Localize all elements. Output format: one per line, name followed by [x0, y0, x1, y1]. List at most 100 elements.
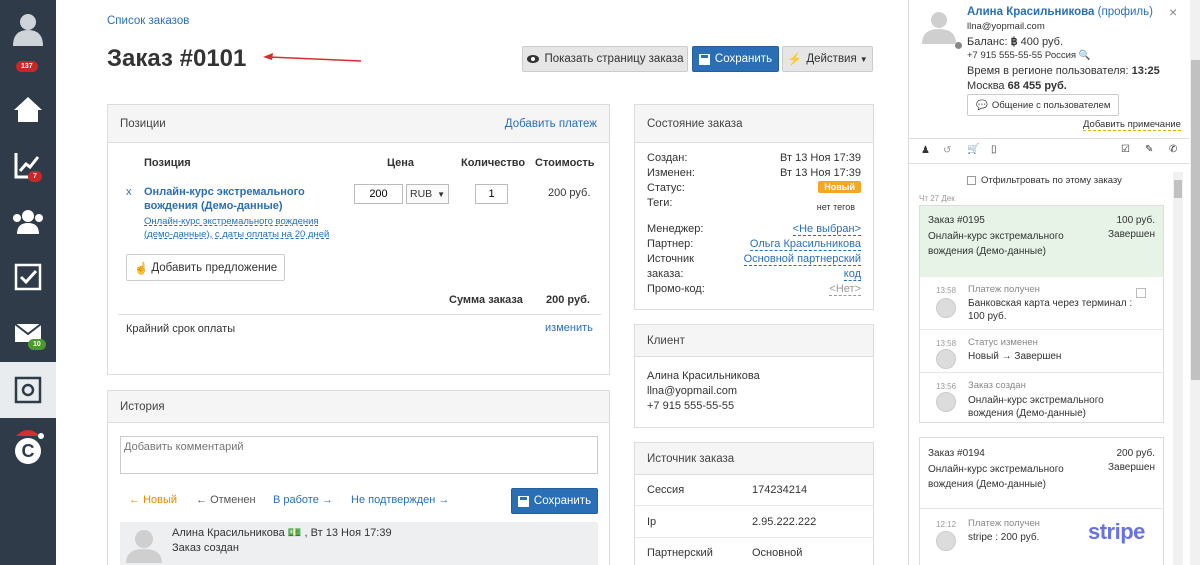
- feed-event-text: Онлайн-курс экстремального вождения (Дем…: [968, 395, 1104, 419]
- cart-tab-icon[interactable]: 🛒: [967, 144, 979, 155]
- filter-by-order[interactable]: Отфильтровать по этому заказу: [967, 175, 1122, 186]
- feed-scrollbar-thumb[interactable]: [1174, 180, 1182, 198]
- history-save-button[interactable]: Сохранить: [511, 488, 598, 514]
- user-avatar-icon: [936, 298, 956, 318]
- user-tab-icon[interactable]: ♟: [921, 145, 930, 156]
- show-order-page-label: Показать страницу заказа: [544, 53, 684, 65]
- task-tab-icon[interactable]: ☑: [1121, 144, 1130, 155]
- save-button[interactable]: Сохранить: [692, 46, 779, 72]
- region-time-value: 13:25: [1131, 65, 1160, 77]
- feed-event-time: 13:58: [936, 286, 957, 295]
- session-link[interactable]: 174234214: [752, 484, 807, 496]
- avatar-nav[interactable]: [0, 0, 56, 56]
- remove-item-link[interactable]: x: [126, 186, 132, 198]
- col-cost: Стоимость: [535, 157, 595, 169]
- col-position: Позиция: [144, 157, 191, 169]
- partner-label: Партнер:: [647, 238, 694, 250]
- quantity-input[interactable]: [475, 184, 508, 204]
- messages-nav[interactable]: [0, 305, 56, 361]
- mobile-tab-icon[interactable]: ▯: [991, 144, 997, 155]
- filter-label: Отфильтровать по этому заказу: [981, 175, 1122, 186]
- order-state-header: Состояние заказа: [635, 105, 873, 143]
- user-name-link[interactable]: Алина Красильникова: [967, 6, 1094, 18]
- status-in-progress-link[interactable]: В работе →: [273, 494, 333, 506]
- user-avatar-icon: [126, 530, 162, 563]
- source-link[interactable]: Основной партнерский: [743, 253, 861, 266]
- comment-textarea[interactable]: [120, 436, 598, 474]
- feed-scrollbar[interactable]: [1173, 172, 1183, 565]
- caret-down-icon: ▼: [859, 54, 868, 64]
- price-input[interactable]: [354, 184, 403, 204]
- ip-value: 2.95.222.222: [752, 516, 817, 528]
- history-tab-icon[interactable]: ↺: [943, 145, 951, 156]
- tasks-nav[interactable]: [0, 249, 56, 305]
- currency-select[interactable]: RUB ▼: [406, 184, 449, 204]
- order-source-title: Источник заказа: [647, 452, 735, 465]
- history-entry: Алина Красильникова 💵 , Вт 13 Ноя 17:39 …: [120, 522, 598, 565]
- history-entry-time: , Вт 13 Ноя 17:39: [304, 527, 392, 539]
- history-entry-meta: Алина Красильникова 💵 , Вт 13 Ноя 17:39: [172, 526, 392, 539]
- chat-with-user-button[interactable]: 💬 Общение с пользователем: [967, 94, 1120, 116]
- item-description[interactable]: Онлайн-курс экстремального вождения (дем…: [144, 215, 334, 241]
- status-badge[interactable]: Новый: [818, 181, 861, 193]
- filter-checkbox[interactable]: [967, 176, 976, 185]
- phone-tab-icon[interactable]: ✆: [1169, 144, 1177, 155]
- item-name-link[interactable]: Онлайн-курс экстремального вождения (Дем…: [144, 185, 324, 213]
- change-deadline-link[interactable]: изменить: [545, 322, 593, 334]
- add-offer-button[interactable]: ☝ Добавить предложение: [126, 254, 286, 281]
- search-icon[interactable]: 🔍: [1079, 50, 1091, 61]
- changed-value: Вт 13 Ноя 17:39: [780, 167, 861, 179]
- client-title: Клиент: [647, 334, 685, 347]
- currency-value: RUB: [410, 188, 433, 200]
- breadcrumb[interactable]: Список заказов: [107, 15, 189, 27]
- status-canceled-link[interactable]: ← Отменен: [196, 494, 256, 506]
- session-label: Сессия: [647, 484, 685, 496]
- caret-down-icon: ▼: [437, 189, 445, 199]
- add-payment-link[interactable]: Добавить платеж: [505, 118, 597, 130]
- settings-nav-active[interactable]: [0, 362, 56, 418]
- status-unconfirmed-link[interactable]: Не подтвержден →: [351, 494, 449, 506]
- user-icon: [13, 14, 43, 46]
- created-label: Создан:: [647, 152, 688, 164]
- arrow-right-icon: →: [438, 494, 450, 506]
- client-name-link[interactable]: Алина Красильникова: [647, 370, 760, 382]
- partner-link[interactable]: Ольга Красильникова: [749, 238, 861, 251]
- brand-nav[interactable]: C: [0, 418, 56, 474]
- region-time-line: Время в регионе пользователя: 13:25: [967, 65, 1160, 77]
- client-panel: Клиент Алина Красильникова llna@yopmail.…: [634, 324, 874, 428]
- feed-order-price: 200 руб.: [1116, 448, 1155, 459]
- status-new-link[interactable]: ← Новый: [129, 494, 177, 506]
- panel-scrollbar-thumb[interactable]: [1191, 60, 1200, 380]
- santa-logo-icon: C: [15, 430, 44, 464]
- floppy-icon: [517, 495, 529, 507]
- promo-link[interactable]: <Нет>: [829, 283, 861, 296]
- user-profile-link[interactable]: (профиль): [1098, 6, 1153, 18]
- page-title: Заказ #0101: [107, 45, 247, 72]
- partner-source-label: Партнерский: [647, 547, 713, 559]
- item-cost: 200 руб.: [548, 187, 591, 199]
- stats-nav[interactable]: [0, 137, 56, 193]
- pencil-tab-icon[interactable]: ✎: [1145, 144, 1153, 155]
- col-price: Цена: [387, 157, 415, 169]
- source-link-2[interactable]: код: [843, 268, 861, 281]
- close-icon[interactable]: ×: [1169, 4, 1177, 20]
- tags-value[interactable]: нет тегов: [817, 202, 855, 212]
- balance-label: Баланс:: [967, 36, 1008, 48]
- status-new-label: Новый: [143, 494, 178, 506]
- home-nav[interactable]: [0, 81, 56, 137]
- manager-label: Менеджер:: [647, 223, 704, 235]
- actions-dropdown[interactable]: ⚡ Действия ▼: [782, 46, 873, 72]
- feed-event-text: Новый → Завершен: [968, 351, 1062, 362]
- manager-link[interactable]: <Не выбран>: [792, 223, 861, 236]
- history-header: История: [108, 391, 609, 423]
- panel-scrollbar[interactable]: [1190, 0, 1200, 565]
- add-note-link[interactable]: Добавить примечание: [1083, 119, 1181, 131]
- positions-header: Позиции Добавить платеж: [108, 105, 609, 143]
- feed-order-link[interactable]: Заказ #0194: [928, 448, 985, 459]
- annotation-arrow-icon: [263, 53, 362, 62]
- feed-order-link[interactable]: Заказ #0195: [928, 215, 985, 226]
- feed-date: Чт 27 Дек: [919, 194, 955, 203]
- users-nav[interactable]: [0, 193, 56, 249]
- show-order-page-button[interactable]: Показать страницу заказа: [522, 46, 688, 72]
- status-label: Статус:: [647, 182, 685, 194]
